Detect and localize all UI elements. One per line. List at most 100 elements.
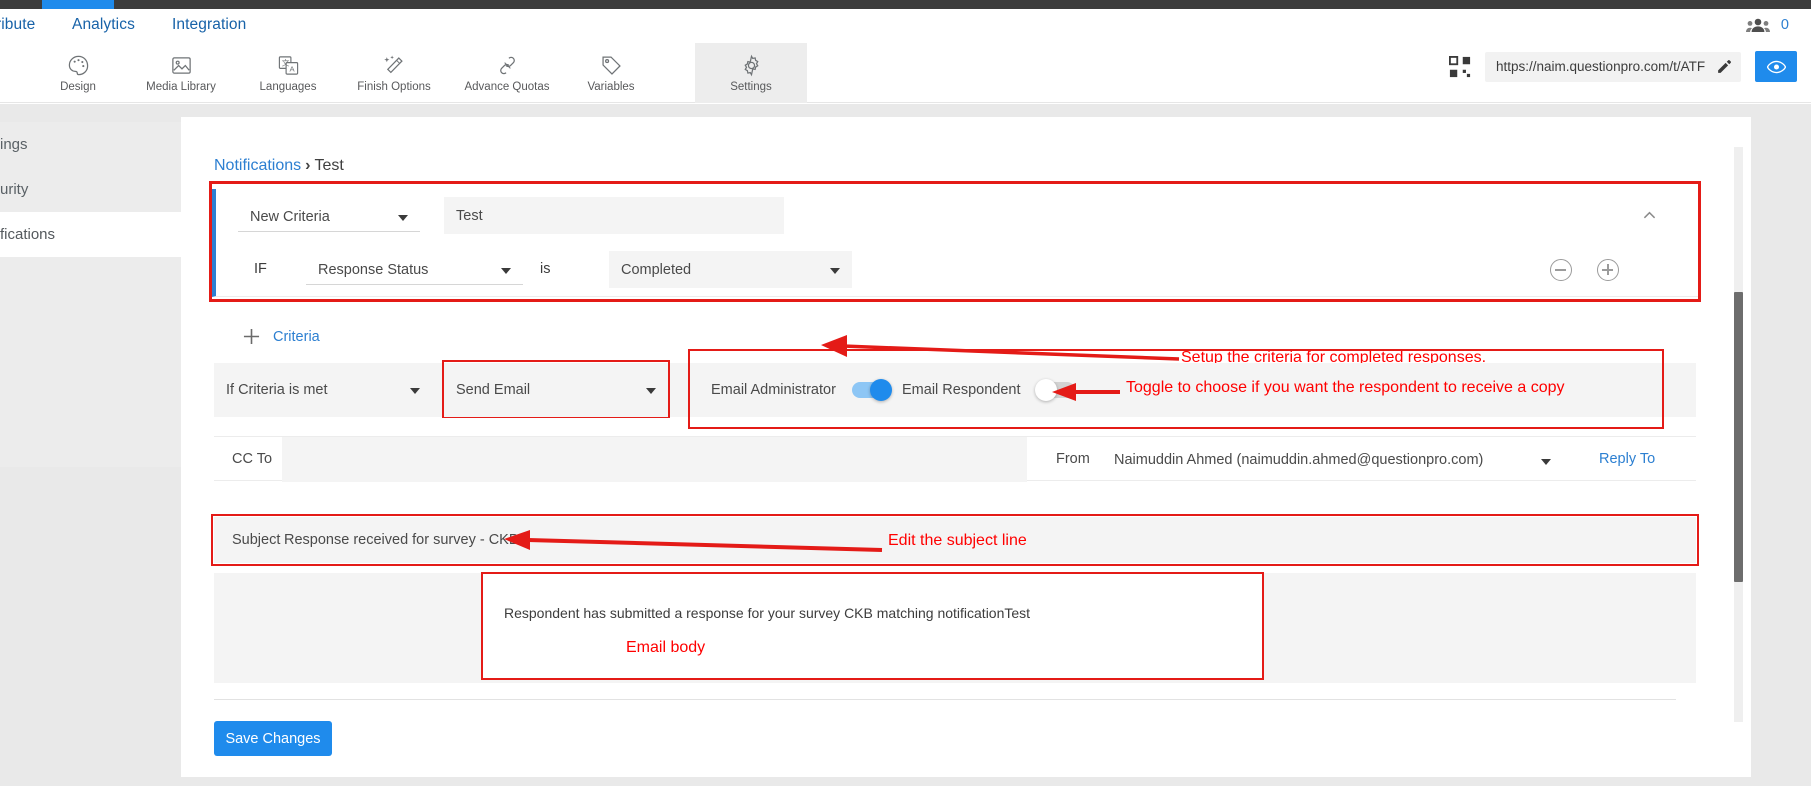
email-admin-toggle-group: Email Administrator bbox=[711, 363, 892, 417]
survey-url-field[interactable]: https://naim.questionpro.com/t/ATF bbox=[1485, 51, 1741, 82]
from-value: Naimuddin Ahmed (naimuddin.ahmed@questio… bbox=[1114, 451, 1484, 468]
toolbar-item-design[interactable]: Design bbox=[22, 43, 134, 103]
sidebar-item-security[interactable]: urity bbox=[0, 167, 181, 212]
toolbar-item-advance-quotas[interactable]: Advance Quotas bbox=[451, 43, 563, 103]
sidebar-filler bbox=[0, 257, 181, 467]
toolbar-label-variables: Variables bbox=[587, 80, 635, 93]
chevron-down-icon bbox=[646, 388, 656, 394]
email-admin-toggle[interactable] bbox=[851, 379, 892, 401]
breadcrumb-separator: › bbox=[305, 157, 311, 174]
people-counter[interactable]: 0 bbox=[1745, 17, 1789, 33]
toolbar-item-finish-options[interactable]: Finish Options bbox=[338, 43, 450, 103]
subject-row: Subject Response received for survey - C… bbox=[214, 517, 1696, 563]
save-changes-button[interactable]: Save Changes bbox=[214, 721, 332, 756]
image-icon bbox=[170, 54, 193, 78]
reply-to-link[interactable]: Reply To bbox=[1599, 451, 1655, 467]
toolbar-label-design: Design bbox=[60, 80, 96, 93]
subject-label: Subject bbox=[232, 532, 281, 548]
criteria-type-value: New Criteria bbox=[250, 208, 330, 225]
browser-top-strip bbox=[0, 0, 1811, 9]
qr-code-icon[interactable] bbox=[1449, 55, 1471, 78]
chevron-down-icon bbox=[398, 214, 408, 221]
toolbar-item-variables[interactable]: Variables bbox=[555, 43, 667, 103]
survey-url-zone: https://naim.questionpro.com/t/ATF bbox=[1449, 51, 1797, 82]
sidebar-label-notifications: fications bbox=[0, 226, 56, 243]
people-count-label: 0 bbox=[1780, 17, 1789, 33]
criteria-field-value: Response Status bbox=[318, 261, 429, 278]
email-respondent-label: Email Respondent bbox=[902, 382, 1021, 398]
criteria-operator-label: is bbox=[540, 261, 551, 277]
app-screen: ribute Analytics Integration 0 bbox=[0, 0, 1811, 786]
cc-from-row: CC To From Naimuddin Ahmed (naimuddin.ah… bbox=[214, 436, 1696, 482]
criteria-row-condition: IF Response Status is Completed bbox=[216, 243, 1698, 297]
email-respondent-toggle-group: Email Respondent bbox=[902, 363, 1075, 417]
subject-annotation-arrow bbox=[504, 530, 883, 552]
add-criteria-button[interactable]: Criteria bbox=[243, 328, 320, 345]
main-menu-bar: ribute Analytics Integration 0 bbox=[0, 9, 1811, 43]
action-condition-select[interactable]: If Criteria is met bbox=[214, 363, 432, 417]
criteria-value-text: Completed bbox=[621, 261, 692, 278]
tag-icon bbox=[600, 54, 623, 78]
cc-to-label: CC To bbox=[232, 451, 273, 467]
criteria-name-input[interactable]: Test bbox=[444, 197, 784, 234]
criteria-type-select[interactable]: New Criteria bbox=[238, 202, 420, 232]
chevron-down-icon bbox=[410, 388, 420, 394]
magic-wand-icon bbox=[383, 54, 406, 78]
sidebar-item-settings[interactable]: ings bbox=[0, 122, 181, 167]
email-admin-label: Email Administrator bbox=[711, 382, 836, 398]
menu-item-analytics[interactable]: Analytics bbox=[72, 16, 135, 34]
people-icon bbox=[1745, 18, 1770, 32]
link-chain-icon bbox=[496, 54, 519, 78]
plus-circle-icon[interactable] bbox=[1597, 259, 1619, 281]
action-row: If Criteria is met Send Email Email Admi… bbox=[214, 349, 1696, 429]
sidebar-item-notifications[interactable]: fications bbox=[0, 212, 181, 257]
svg-text:A: A bbox=[289, 65, 295, 74]
menu-item-distribute[interactable]: ribute bbox=[0, 16, 35, 34]
toggle-knob bbox=[869, 379, 892, 401]
toolbar-label-settings: Settings bbox=[730, 80, 772, 93]
criteria-value-select[interactable]: Completed bbox=[609, 251, 852, 288]
eye-icon bbox=[1766, 60, 1786, 73]
survey-url-text: https://naim.questionpro.com/t/ATF bbox=[1496, 59, 1706, 74]
toolbar-label-languages: Languages bbox=[259, 80, 317, 93]
breadcrumb-current: Test bbox=[314, 157, 344, 174]
toolbar-item-media-library[interactable]: Media Library bbox=[125, 43, 237, 103]
breadcrumb-root[interactable]: Notifications bbox=[214, 157, 301, 174]
email-body-area: Respondent has submitted a response for … bbox=[214, 572, 1696, 683]
chevron-down-icon[interactable] bbox=[1541, 459, 1551, 465]
minus-circle-icon[interactable] bbox=[1550, 259, 1572, 281]
chevron-down-icon bbox=[830, 267, 840, 274]
page-body: ings urity fications Notifications › Test bbox=[0, 104, 1811, 786]
action-type-select[interactable]: Send Email bbox=[444, 363, 668, 417]
gear-icon bbox=[740, 54, 763, 78]
plus-icon bbox=[243, 328, 260, 345]
sidebar-label-settings: ings bbox=[0, 136, 28, 153]
cc-to-input[interactable] bbox=[282, 437, 1027, 482]
menu-item-integration[interactable]: Integration bbox=[172, 16, 246, 34]
criteria-field-select[interactable]: Response Status bbox=[306, 255, 523, 285]
email-body-highlight-box bbox=[481, 572, 1264, 680]
save-changes-label: Save Changes bbox=[225, 730, 321, 747]
pencil-icon[interactable] bbox=[1716, 58, 1733, 75]
translate-icon: 文 A bbox=[277, 54, 300, 78]
add-criteria-label: Criteria bbox=[273, 328, 320, 345]
criteria-panel: New Criteria Test IF Response Status is … bbox=[212, 189, 1698, 297]
sidebar-label-security: urity bbox=[0, 181, 29, 198]
criteria-row-name: New Criteria Test bbox=[216, 189, 1698, 243]
criteria-if-label: IF bbox=[254, 261, 267, 277]
toggle-annotation-arrow bbox=[1052, 383, 1120, 401]
preview-survey-button[interactable] bbox=[1755, 51, 1797, 82]
notification-editor-card: Notifications › Test New Criteria Test I… bbox=[181, 117, 1751, 777]
from-select[interactable]: Naimuddin Ahmed (naimuddin.ahmed@questio… bbox=[1114, 437, 1614, 482]
toolbar-item-languages[interactable]: 文 A Languages bbox=[232, 43, 344, 103]
criteria-name-value: Test bbox=[456, 207, 483, 224]
survey-toolbar: Design Media Library 文 A Languages Finis… bbox=[0, 43, 1811, 103]
toolbar-item-settings[interactable]: Settings bbox=[695, 43, 807, 103]
palette-icon bbox=[67, 54, 90, 78]
scrollbar-thumb[interactable] bbox=[1734, 292, 1743, 582]
chevron-up-icon[interactable] bbox=[1643, 209, 1656, 222]
toolbar-label-media-library: Media Library bbox=[146, 80, 216, 93]
email-body-text[interactable]: Respondent has submitted a response for … bbox=[504, 605, 1030, 621]
from-label: From bbox=[1056, 451, 1090, 467]
footer-divider bbox=[214, 699, 1676, 700]
